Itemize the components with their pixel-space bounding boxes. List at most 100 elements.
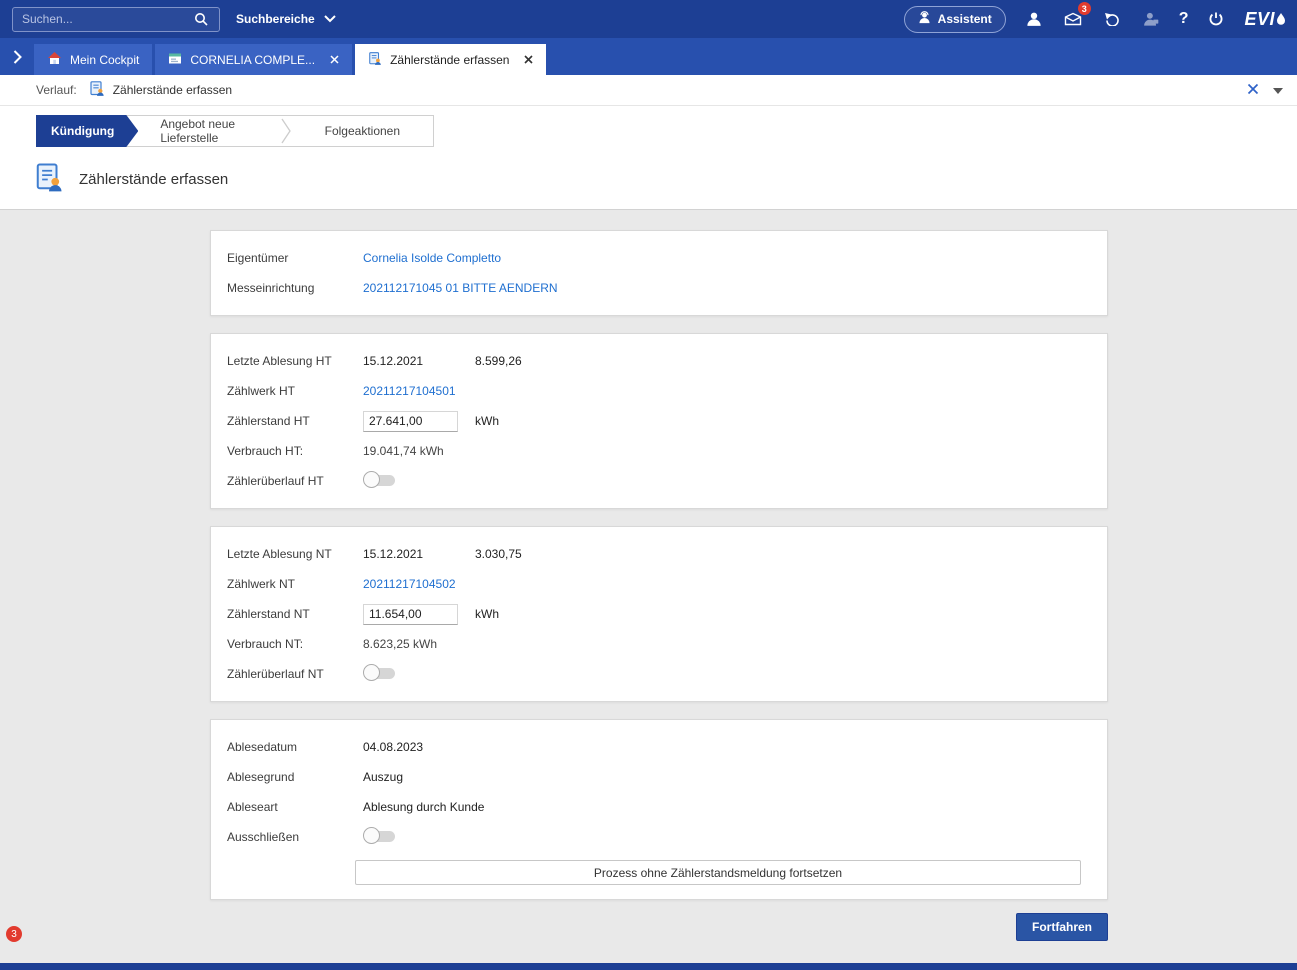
field-row: Ablesegrund Auszug [211, 762, 1107, 792]
tab-label: Zählerstände erfassen [390, 53, 509, 67]
field-row: Zählwerk HT 20211217104501 [211, 376, 1107, 406]
search-areas-label: Suchbereiche [236, 12, 315, 26]
nt-register-link[interactable]: 20211217104502 [363, 577, 1091, 591]
notification-corner-badge[interactable]: 3 [6, 926, 22, 942]
nt-last-reading-label: Letzte Ablesung NT [227, 547, 363, 561]
owner-label: Eigentümer [227, 251, 363, 265]
redo-icon[interactable] [1101, 8, 1123, 30]
reason-label: Ablesegrund [227, 770, 363, 784]
close-process-icon[interactable] [1247, 83, 1259, 98]
step-label: Folgeaktionen [325, 124, 400, 138]
step-label: Kündigung [51, 124, 114, 138]
field-row: Eigentümer Cornelia Isolde Completto [211, 243, 1107, 273]
owner-link[interactable]: Cornelia Isolde Completto [363, 251, 1091, 265]
footer-actions: Fortfahren [210, 913, 1108, 941]
ht-reading-label: Zählerstand HT [227, 414, 363, 428]
flame-icon [1277, 9, 1285, 30]
nt-card: Letzte Ablesung NT 15.12.2021 3.030,75 Z… [210, 526, 1108, 702]
tabs-overflow-chevron[interactable] [0, 38, 34, 75]
nt-consumption-label: Verbrauch NT: [227, 637, 363, 651]
ht-reading-input[interactable] [363, 411, 458, 432]
ht-consumption-label: Verbrauch HT: [227, 444, 363, 458]
field-row: Zählwerk NT 20211217104502 [211, 569, 1107, 599]
tab-cornelia[interactable]: CORNELIA COMPLE... [155, 44, 352, 75]
inbox-icon[interactable]: 3 [1062, 8, 1084, 30]
step-separator-icon [280, 116, 292, 146]
assistant-button[interactable]: Assistent [904, 6, 1006, 33]
ht-overflow-toggle[interactable] [363, 471, 397, 489]
history-caret-icon[interactable] [1273, 83, 1283, 97]
top-bar: Suchbereiche Assistent 3 ? EVI [0, 0, 1297, 38]
tab-zaehlerstaende[interactable]: Zählerstände erfassen [355, 44, 546, 75]
date-label: Ablesedatum [227, 740, 363, 754]
nt-reading-label: Zählerstand NT [227, 607, 363, 621]
reason-value: Auszug [363, 770, 1091, 784]
ht-register-link[interactable]: 20211217104501 [363, 384, 1091, 398]
nt-overflow-toggle[interactable] [363, 664, 397, 682]
assistant-icon [918, 11, 931, 27]
tab-close-icon[interactable] [330, 55, 339, 64]
user-icon[interactable] [1023, 8, 1045, 30]
device-label: Messeinrichtung [227, 281, 363, 295]
field-row: Ablesedatum 04.08.2023 [211, 732, 1107, 762]
tab-label: Mein Cockpit [70, 53, 139, 67]
step-folgeaktionen[interactable]: Folgeaktionen [292, 116, 433, 146]
date-value: 04.08.2023 [363, 740, 1091, 754]
assistant-label: Assistent [938, 12, 992, 26]
type-value: Ablesung durch Kunde [363, 800, 1091, 814]
nt-consumption-value: 8.623,25 kWh [363, 637, 1091, 651]
step-kuendigung[interactable]: Kündigung [36, 115, 138, 147]
device-link[interactable]: 202112171045 01 BITTE AENDERN [363, 281, 1091, 295]
main-content: Eigentümer Cornelia Isolde Completto Mes… [0, 210, 1297, 941]
exclude-label: Ausschließen [227, 830, 363, 844]
field-row: Ableseart Ablesung durch Kunde [211, 792, 1107, 822]
nt-last-reading-value: 3.030,75 [475, 547, 1091, 561]
history-current[interactable]: Zählerstände erfassen [113, 83, 232, 97]
help-icon[interactable]: ? [1179, 10, 1189, 28]
field-row: Letzte Ablesung HT 15.12.2021 8.599,26 [211, 346, 1107, 376]
inbox-badge: 3 [1078, 2, 1091, 15]
user-lock-icon[interactable] [1140, 8, 1162, 30]
page-title-icon [34, 161, 64, 198]
field-row: Verbrauch HT: 19.041,74 kWh [211, 436, 1107, 466]
nt-reading-input[interactable] [363, 604, 458, 625]
contact-card-icon [168, 52, 182, 68]
history-doc-icon [89, 80, 105, 100]
top-bar-actions: Assistent 3 ? EVI [904, 6, 1285, 33]
type-label: Ableseart [227, 800, 363, 814]
process-steps: Kündigung Angebot neue Lieferstelle Folg… [36, 115, 434, 147]
field-row: Messeinrichtung 202112171045 01 BITTE AE… [211, 273, 1107, 303]
history-row: Verlauf: Zählerstände erfassen [0, 75, 1297, 106]
search-input[interactable] [20, 11, 190, 27]
ht-overflow-label: Zählerüberlauf HT [227, 474, 363, 488]
ht-card: Letzte Ablesung HT 15.12.2021 8.599,26 Z… [210, 333, 1108, 509]
tab-close-icon[interactable] [524, 55, 533, 64]
brand-text: EVI [1244, 9, 1275, 30]
field-row: Verbrauch NT: 8.623,25 kWh [211, 629, 1107, 659]
ht-last-reading-label: Letzte Ablesung HT [227, 354, 363, 368]
field-row: Ausschließen [211, 822, 1107, 852]
exclude-toggle[interactable] [363, 827, 397, 845]
brand-logo[interactable]: EVI [1244, 9, 1285, 30]
search-box[interactable] [12, 7, 220, 32]
history-label: Verlauf: [36, 83, 77, 97]
tab-bar: Mein Cockpit CORNELIA COMPLE... Zählerst… [0, 38, 1297, 75]
search-icon[interactable] [190, 8, 212, 30]
continue-button[interactable]: Fortfahren [1016, 913, 1108, 941]
search-areas-dropdown[interactable]: Suchbereiche [236, 12, 336, 26]
meta-card: Ablesedatum 04.08.2023 Ablesegrund Auszu… [210, 719, 1108, 900]
process-header: Verlauf: Zählerstände erfassen Kündigung… [0, 75, 1297, 210]
power-icon[interactable] [1205, 8, 1227, 30]
field-row: Zählerstand NT kWh [211, 599, 1107, 629]
bottom-strip [0, 963, 1297, 970]
skip-reading-button[interactable]: Prozess ohne Zählerstandsmeldung fortset… [355, 860, 1081, 885]
title-row: Zählerstände erfassen [0, 147, 1297, 198]
step-label: Angebot neue Lieferstelle [160, 117, 257, 145]
ht-consumption-value: 19.041,74 kWh [363, 444, 1091, 458]
field-row: Letzte Ablesung NT 15.12.2021 3.030,75 [211, 539, 1107, 569]
nt-reading-unit: kWh [475, 607, 1091, 621]
field-row: Zählerüberlauf NT [211, 659, 1107, 689]
ht-last-reading-date: 15.12.2021 [363, 354, 475, 368]
step-angebot[interactable]: Angebot neue Lieferstelle [138, 116, 279, 146]
tab-mein-cockpit[interactable]: Mein Cockpit [34, 44, 152, 75]
